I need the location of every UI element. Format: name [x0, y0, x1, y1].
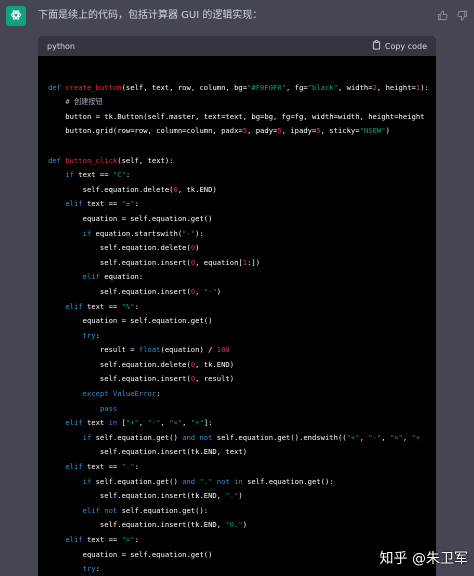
code-line: self.equation.insert(0, equation[1:])	[48, 257, 261, 267]
code-line: try:	[82, 330, 100, 340]
code-line: elif text in ["+", "-", "×", "÷"]:	[65, 418, 213, 428]
code-block-header: python Copy code	[38, 36, 436, 56]
code-line: self.equation.insert(0, "-")	[48, 286, 222, 296]
code-line: self.equation.insert(tk.END, ".")	[48, 491, 243, 501]
code-line: except ValueError:	[82, 389, 161, 399]
code-line: def button_click(self, text):	[48, 155, 174, 165]
code-line: elif text == "±":	[65, 199, 139, 209]
code-line: equation = self.equation.get()	[48, 549, 213, 559]
code-line: self.equation.delete(0)	[48, 243, 200, 253]
code-line: if self.equation.get() and not self.equa…	[82, 432, 421, 442]
code-line: elif not self.equation.get():	[82, 505, 209, 515]
code-line: self.equation.delete(0, tk.END)	[48, 184, 217, 194]
watermark: 知乎 @朱卫军	[380, 548, 468, 568]
code-content[interactable]: def create_button(self, text, row, colum…	[38, 56, 436, 576]
code-line: self.equation.insert(tk.END, "0.")	[48, 520, 248, 530]
code-line: # 创建按钮	[65, 97, 103, 107]
code-line: equation = self.equation.get()	[48, 213, 213, 223]
code-language-label: python	[47, 41, 75, 51]
code-line: self.equation.insert(0, result)	[48, 374, 235, 384]
message-actions	[436, 9, 468, 21]
code-line: elif text == ".":	[65, 462, 139, 472]
code-line: equation = self.equation.get()	[48, 316, 213, 326]
code-line: if self.equation.get() and "." not in se…	[82, 476, 334, 486]
code-line: try:	[82, 564, 100, 574]
code-line: self.equation.insert(tk.END, text)	[48, 447, 248, 457]
code-line: button = tk.Button(self.master, text=tex…	[48, 111, 425, 121]
code-line: elif text == "=":	[65, 535, 139, 544]
code-line: result = float(equation) / 100	[48, 345, 230, 355]
code-line: pass	[99, 403, 118, 413]
code-line: if text == "C":	[65, 170, 131, 180]
code-block: python Copy code def create_button(self,…	[38, 36, 436, 576]
assistant-avatar	[6, 6, 26, 26]
chatgpt-logo-icon	[9, 7, 23, 26]
assistant-message-intro: 下面是续上的代码，包括计算器 GUI 的逻辑实现：	[38, 10, 263, 21]
code-line: elif equation:	[82, 272, 144, 282]
watermark-text: 知乎 @朱卫军	[379, 551, 468, 567]
code-line: self.equation.delete(0, tk.END)	[48, 359, 235, 369]
copy-code-button[interactable]: Copy code	[372, 40, 427, 52]
code-line: def create_button(self, text, row, colum…	[48, 82, 429, 92]
code-line: elif text == "%":	[65, 301, 139, 311]
clipboard-icon	[372, 40, 381, 52]
code-line: if equation.startswith("-"):	[82, 228, 204, 238]
code-line: button.grid(row=row, column=column, padx…	[48, 126, 390, 136]
thumbs-up-icon[interactable]	[436, 9, 448, 21]
thumbs-down-icon[interactable]	[456, 9, 468, 21]
copy-code-label: Copy code	[384, 41, 427, 51]
